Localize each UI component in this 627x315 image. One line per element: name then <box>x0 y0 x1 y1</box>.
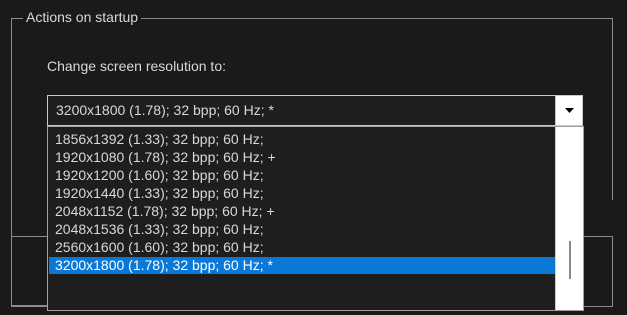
dropdown-scrollbar[interactable] <box>555 127 583 310</box>
dropdown-item[interactable]: 1920x1440 (1.33); 32 bpp; 60 Hz; <box>49 185 555 202</box>
dropdown-item[interactable]: 2048x1152 (1.78); 32 bpp; 60 Hz; + <box>49 203 555 220</box>
dropdown-item[interactable]: 1856x1392 (1.33); 32 bpp; 60 Hz; <box>49 131 555 148</box>
chevron-down-icon <box>564 108 574 113</box>
groupbox-title: Actions on startup <box>23 8 142 26</box>
dropdown-item-selected[interactable]: 3200x1800 (1.78); 32 bpp; 60 Hz; * <box>49 257 555 274</box>
combobox-selected-value: 3200x1800 (1.78); 32 bpp; 60 Hz; * <box>56 102 274 118</box>
resolution-combobox[interactable]: 3200x1800 (1.78); 32 bpp; 60 Hz; * <box>47 95 583 126</box>
dropdown-item[interactable]: 2048x1536 (1.33); 32 bpp; 60 Hz; <box>49 221 555 238</box>
resolution-dropdown-list[interactable]: 1856x1392 (1.33); 32 bpp; 60 Hz; 1920x10… <box>47 126 584 311</box>
dropdown-item[interactable]: 1920x1200 (1.60); 32 bpp; 60 Hz; <box>49 167 555 184</box>
resolution-prompt-label: Change screen resolution to: <box>47 58 226 74</box>
dropdown-item[interactable]: 2560x1600 (1.60); 32 bpp; 60 Hz; <box>49 239 555 256</box>
dropdown-item[interactable]: 1920x1080 (1.78); 32 bpp; 60 Hz; + <box>49 149 555 166</box>
scrollbar-thumb[interactable] <box>569 241 571 279</box>
combobox-dropdown-button[interactable] <box>555 96 582 125</box>
